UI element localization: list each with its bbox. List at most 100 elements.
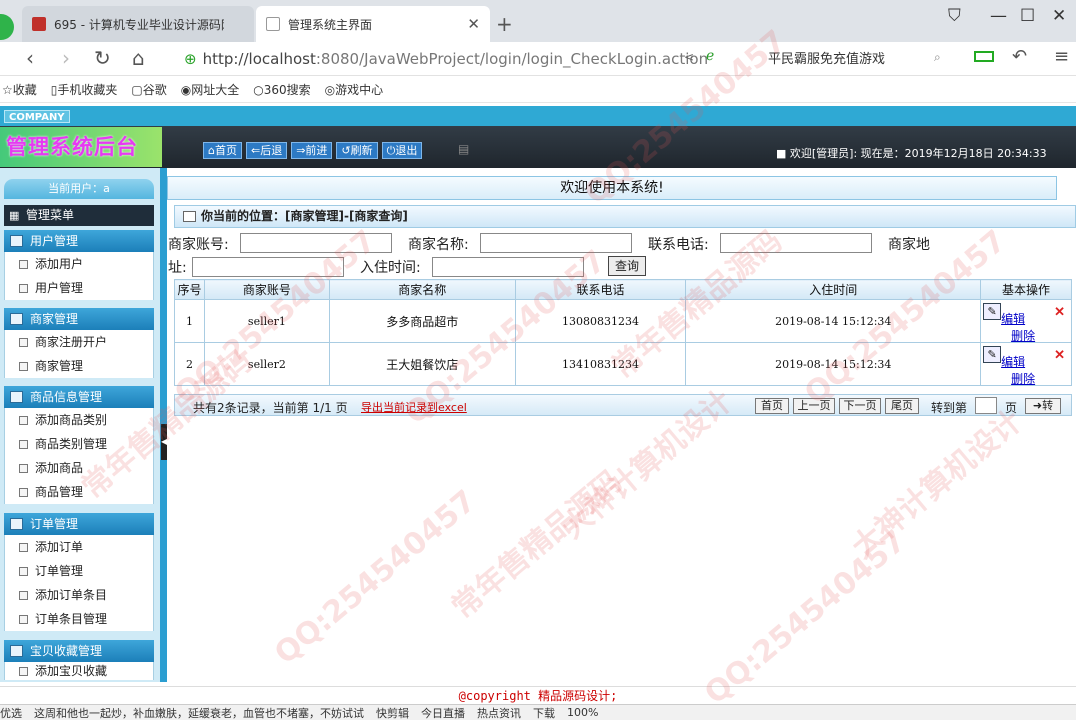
status-preferred[interactable]: 优选 [0,705,22,720]
menu-group-header[interactable]: 订单管理 [4,513,154,535]
new-tab-button[interactable]: + [496,12,513,36]
window-close-button[interactable]: ✕ [1052,6,1066,26]
menu-icon[interactable]: ≡ [1054,46,1069,67]
delete-link[interactable]: 删除 [1011,370,1035,387]
sidebar-item-order-manage[interactable]: 订单管理 [4,559,154,583]
page-number-input[interactable] [975,397,997,414]
battery-icon [974,51,994,62]
seller-account-input[interactable] [240,233,392,253]
address-label: 商家地 [888,237,930,253]
folder-icon [10,645,23,657]
table-header-row: 序号 商家账号 商家名称 联系电话 入住时间 基本操作 [174,279,1072,300]
sidebar-item-add-order-item[interactable]: 添加订单条目 [4,583,154,607]
close-icon[interactable]: ✕ [467,15,480,33]
join-time-input[interactable] [432,257,584,277]
delete-icon[interactable]: ✕ [1054,305,1065,320]
seller-name-input[interactable] [480,233,632,253]
share-icon[interactable]: ⋖ [684,50,694,64]
sidebar-item-add-order[interactable]: 添加订单 [4,535,154,559]
sidebar-item-order-item-manage[interactable]: 订单条目管理 [4,607,154,631]
page-icon [19,543,28,552]
menu-group-header[interactable]: 商品信息管理 [4,386,154,408]
maximize-button[interactable]: ☐ [1020,6,1035,26]
search-icon[interactable]: ⌕ [934,50,941,65]
tab-title: 管理系统主界面 [288,17,373,32]
page-icon [19,591,28,600]
header-actions: 基本操作 [980,279,1072,300]
folder-icon [10,235,23,247]
tab-source-site[interactable]: 695 - 计算机专业毕业设计源码网 [22,6,254,42]
menu-group-header[interactable]: 宝贝收藏管理 [4,640,154,662]
page-icon [19,338,28,347]
last-page-button[interactable]: 尾页 [885,398,919,414]
edit-link[interactable]: 编辑 [1001,353,1025,370]
query-button[interactable]: 查询 [608,256,646,276]
header-join-time: 入住时间 [685,279,982,300]
ad-text[interactable]: 平民霸服免充值游戏 [768,48,885,67]
edit-icon[interactable]: ✎ [983,345,1002,363]
goto-button[interactable]: ➜转 [1025,398,1061,414]
shirt-icon[interactable]: ⛉ [948,6,961,26]
back-button[interactable]: ⇐后退 [245,142,288,159]
bookmark-games[interactable]: ◎游戏中心 [325,81,384,98]
header-phone: 联系电话 [514,279,687,300]
status-zoom[interactable]: 100% [567,706,598,719]
phone-input[interactable] [720,233,872,253]
edit-icon[interactable]: ✎ [983,302,1002,320]
status-hot-news[interactable]: 热点资讯 [477,705,521,720]
sidebar-item-category-manage[interactable]: 商品类别管理 [4,432,154,456]
page-icon [19,440,28,449]
undo-icon[interactable]: ↶ [1012,46,1027,67]
delete-link[interactable]: 删除 [1011,327,1035,344]
sidebar-item-add-product[interactable]: 添加商品 [4,456,154,480]
tab-management-home[interactable]: 管理系统主界面 ✕ [256,6,490,42]
address-bar[interactable]: ⊕ http://localhost:8080/JavaWebProject/l… [184,45,744,73]
sidebar-item-add-favorite[interactable]: 添加宝贝收藏 [4,662,154,680]
sidebar-item-product-manage[interactable]: 商品管理 [4,480,154,504]
back-icon[interactable]: ‹ [26,46,34,70]
refresh-button[interactable]: ↺刷新 [336,142,378,159]
sidebar-item-seller-register[interactable]: 商家注册开户 [4,330,154,354]
bookmark-favorites[interactable]: ☆收藏 [2,81,37,98]
prev-page-button[interactable]: 上一页 [793,398,835,414]
forward-button[interactable]: ⇒前进 [291,142,333,159]
sidebar-item-seller-manage[interactable]: 商家管理 [4,354,154,378]
export-excel-link[interactable]: 导出当前记录到excel [361,399,467,415]
menu-group-header[interactable]: 用户管理 [4,230,154,252]
first-page-button[interactable]: 首页 [755,398,789,414]
sidebar-item-user-manage[interactable]: 用户管理 [4,276,154,300]
menu-group-header[interactable]: 商家管理 [4,308,154,330]
minimize-button[interactable]: — [990,6,1007,26]
forward-icon[interactable]: › [62,46,70,70]
folder-icon [10,518,23,530]
reload-icon[interactable]: ↻ [94,46,111,70]
edit-link[interactable]: 编辑 [1001,310,1025,327]
tab-title: 695 - 计算机专业毕业设计源码网 [54,17,224,32]
logout-button[interactable]: ⏻退出 [381,142,423,159]
url-host: http://localhost [202,50,316,68]
seller-table: 序号 商家账号 商家名称 联系电话 入住时间 基本操作 1 seller1 多多… [174,279,1072,386]
bookmark-nav[interactable]: ◉网址大全 [181,81,240,98]
ie-compat-icon[interactable]: ℯ [706,48,714,64]
status-clip-editor[interactable]: 快剪辑 [376,705,409,720]
cell-phone: 13410831234 [514,342,687,386]
status-live[interactable]: 今日直播 [421,705,465,720]
bookmark-360search[interactable]: ○360搜索 [253,81,310,98]
bookmark-google[interactable]: ▢谷歌 [131,81,166,98]
address-input[interactable] [192,257,344,277]
goto-label: 转到第 [931,401,968,415]
cell-actions: ✎ 编辑 ✕ 删除 [980,299,1072,344]
home-button[interactable]: ⌂首页 [203,142,242,159]
app-top-band [0,106,1076,126]
browser-logo-icon [0,14,14,40]
address-label-cont: 址: [168,260,187,276]
next-page-button[interactable]: 下一页 [839,398,881,414]
sidebar-item-add-user[interactable]: 添加用户 [4,252,154,276]
bookmark-mobile[interactable]: ▯手机收藏夹 [51,81,118,98]
delete-icon[interactable]: ✕ [1054,348,1065,363]
home-icon[interactable]: ⌂ [132,46,145,70]
page-icon [19,488,28,497]
sidebar-item-add-category[interactable]: 添加商品类别 [4,408,154,432]
status-download[interactable]: 下载 [533,705,555,720]
status-news-ticker[interactable]: 这周和他也一起炒，补血嫩肤，延缓衰老，血管也不堵塞，不妨试试 [34,705,364,720]
